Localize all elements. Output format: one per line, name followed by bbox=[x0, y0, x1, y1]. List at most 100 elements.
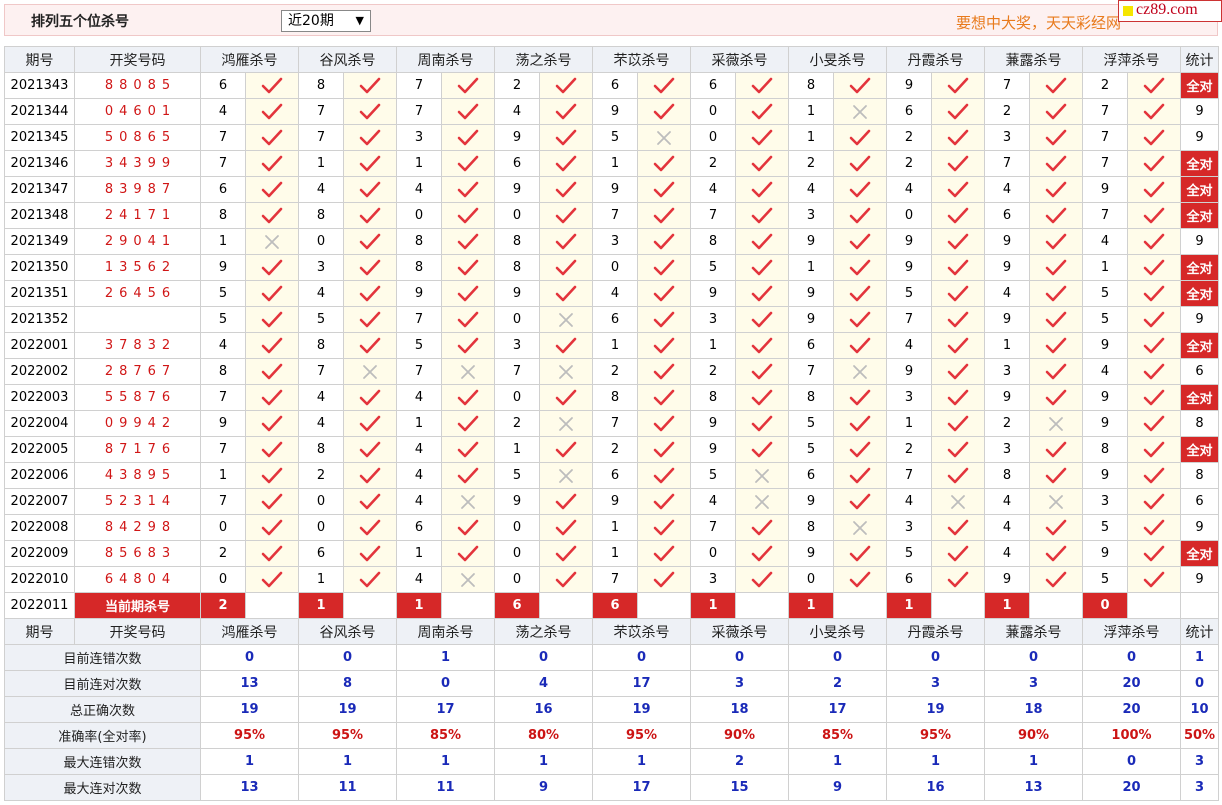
kill-number-cell: 4 bbox=[396, 462, 442, 489]
check-icon bbox=[359, 233, 381, 249]
kill-number-cell: 4 bbox=[886, 176, 932, 203]
draw-number-cell: 26456 bbox=[74, 280, 201, 307]
result-correct-cell bbox=[441, 280, 495, 307]
result-correct-cell bbox=[441, 462, 495, 489]
kill-number-cell: 0 bbox=[200, 514, 246, 541]
column-header: 统计 bbox=[1180, 618, 1219, 645]
kill-number-cell: 9 bbox=[200, 254, 246, 281]
kill-number-cell: 4 bbox=[396, 384, 442, 411]
column-header: 采薇杀号 bbox=[690, 618, 789, 645]
stats-value: 17 bbox=[592, 774, 691, 801]
result-correct-cell bbox=[343, 72, 397, 99]
check-icon bbox=[751, 519, 773, 535]
kill-number-cell: 3 bbox=[984, 124, 1030, 151]
empty-cell bbox=[637, 592, 691, 619]
stats-value: 2 bbox=[788, 670, 887, 697]
check-icon bbox=[1045, 207, 1067, 223]
column-header: 小旻杀号 bbox=[788, 618, 887, 645]
kill-number-cell: 1 bbox=[592, 150, 638, 177]
kill-number-cell: 6 bbox=[200, 72, 246, 99]
check-icon bbox=[653, 181, 675, 197]
check-icon bbox=[457, 285, 479, 301]
result-correct-cell bbox=[735, 228, 789, 255]
result-correct-cell bbox=[441, 306, 495, 333]
stats-value: 17 bbox=[396, 696, 495, 723]
kill-number-cell: 2 bbox=[886, 150, 932, 177]
kill-number-cell: 3 bbox=[886, 384, 932, 411]
issue-cell: 2021345 bbox=[4, 124, 75, 151]
check-icon bbox=[947, 311, 969, 327]
result-wrong-cell bbox=[245, 228, 299, 255]
result-correct-cell bbox=[441, 150, 495, 177]
check-icon bbox=[653, 519, 675, 535]
draw-number-cell bbox=[74, 306, 201, 333]
check-icon bbox=[1045, 467, 1067, 483]
result-correct-cell bbox=[539, 488, 593, 515]
kill-number-cell: 7 bbox=[690, 514, 736, 541]
result-wrong-cell bbox=[735, 462, 789, 489]
check-icon bbox=[849, 337, 871, 353]
stats-value: 95% bbox=[200, 722, 299, 749]
stats-label: 总正确次数 bbox=[4, 696, 201, 723]
kill-number-cell: 3 bbox=[298, 254, 344, 281]
total-cell: 8 bbox=[1180, 410, 1219, 437]
check-icon bbox=[1045, 337, 1067, 353]
check-icon bbox=[359, 493, 381, 509]
stats-value: 19 bbox=[200, 696, 299, 723]
result-correct-cell bbox=[441, 540, 495, 567]
kill-number-cell: 7 bbox=[200, 488, 246, 515]
kill-number-cell: 6 bbox=[886, 98, 932, 125]
result-correct-cell bbox=[441, 202, 495, 229]
result-correct-cell bbox=[931, 332, 985, 359]
draw-number-cell: 55876 bbox=[74, 384, 201, 411]
kill-number-cell: 7 bbox=[1082, 124, 1128, 151]
kill-number-cell: 5 bbox=[298, 306, 344, 333]
column-header: 鸿雁杀号 bbox=[200, 46, 299, 73]
result-correct-cell bbox=[1127, 514, 1181, 541]
chevron-down-icon[interactable]: ▼ bbox=[356, 11, 364, 31]
stats-row: 最大连错次数 1 1 1 1 1 2 1 1 1 0 3 bbox=[4, 748, 1219, 775]
period-select[interactable]: 近20期 ▼ bbox=[281, 10, 371, 32]
result-correct-cell bbox=[931, 280, 985, 307]
result-correct-cell bbox=[539, 540, 593, 567]
kill-number-cell: 5 bbox=[886, 280, 932, 307]
check-icon bbox=[457, 155, 479, 171]
stats-value: 95% bbox=[592, 722, 691, 749]
kill-number-cell: 2 bbox=[1082, 72, 1128, 99]
kill-number-cell: 1 bbox=[886, 410, 932, 437]
check-icon bbox=[1045, 181, 1067, 197]
site-logo[interactable]: cz89.com bbox=[1118, 0, 1222, 22]
table-row: 2021351 26456 5 4 9 9 4 9 9 5 4 5 全对 bbox=[4, 280, 1219, 307]
stats-value: 1 bbox=[984, 748, 1083, 775]
total-cell: 9 bbox=[1180, 306, 1219, 333]
result-correct-cell bbox=[833, 462, 887, 489]
kill-number-cell: 0 bbox=[298, 488, 344, 515]
result-correct-cell bbox=[1127, 540, 1181, 567]
check-icon bbox=[359, 207, 381, 223]
slogan[interactable]: 要想中大奖，天天彩经网 bbox=[956, 12, 1121, 33]
result-correct-cell bbox=[637, 202, 691, 229]
check-icon bbox=[849, 493, 871, 509]
cross-icon bbox=[559, 416, 573, 431]
kill-number-cell: 1 bbox=[592, 540, 638, 567]
check-icon bbox=[849, 545, 871, 561]
kill-number-cell: 7 bbox=[788, 358, 834, 385]
kill-number-cell: 9 bbox=[984, 384, 1030, 411]
kill-number-cell: 9 bbox=[1082, 176, 1128, 203]
kill-number-cell: 9 bbox=[396, 280, 442, 307]
issue-cell: 2022004 bbox=[4, 410, 75, 437]
result-correct-cell bbox=[441, 72, 495, 99]
check-icon bbox=[1143, 389, 1165, 405]
check-icon bbox=[457, 519, 479, 535]
check-icon bbox=[653, 441, 675, 457]
current-kill-cell: 1 bbox=[886, 592, 932, 619]
cross-icon bbox=[461, 364, 475, 379]
kill-number-cell: 1 bbox=[984, 332, 1030, 359]
kill-number-cell: 8 bbox=[1082, 436, 1128, 463]
check-icon bbox=[261, 155, 283, 171]
kill-number-cell: 7 bbox=[1082, 98, 1128, 125]
total-cell: 8 bbox=[1180, 462, 1219, 489]
draw-number-cell: 28767 bbox=[74, 358, 201, 385]
check-icon bbox=[359, 129, 381, 145]
issue-cell: 2022008 bbox=[4, 514, 75, 541]
